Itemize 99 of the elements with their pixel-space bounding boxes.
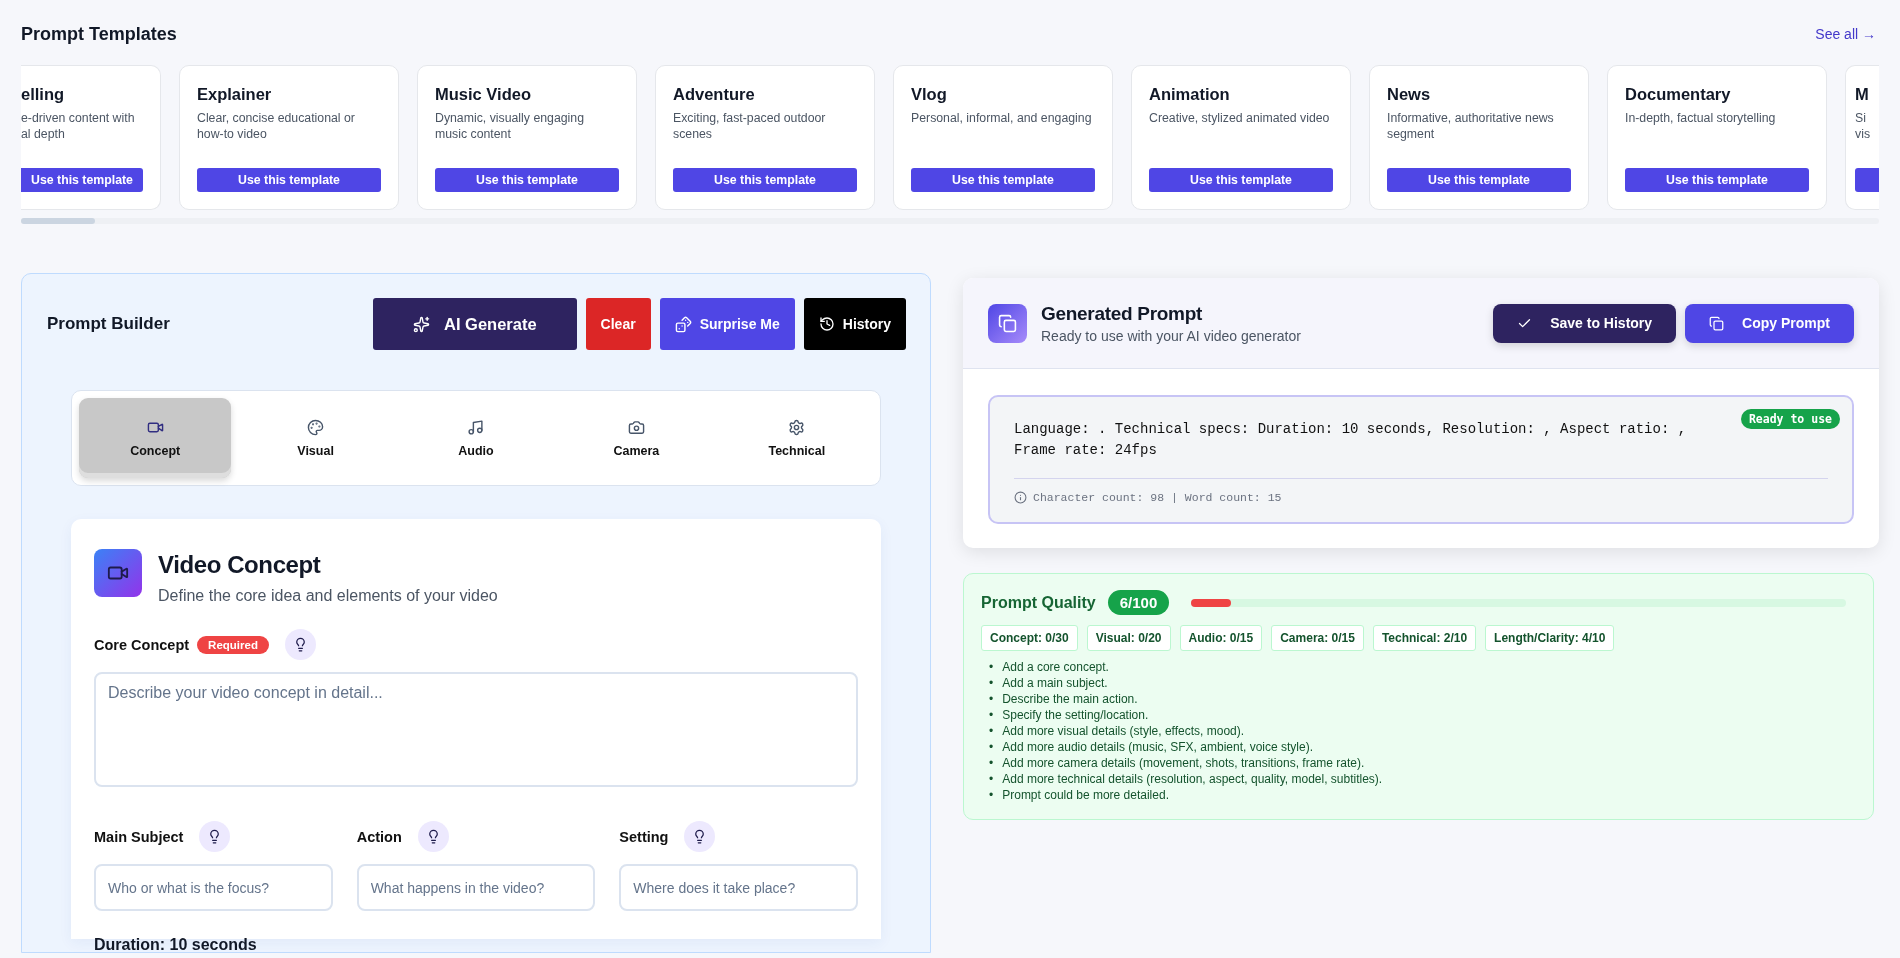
score-chip: Concept: 0/30 — [981, 625, 1078, 651]
input-field[interactable]: Where does it take place? — [619, 864, 858, 911]
section-title: Prompt Templates — [21, 23, 177, 45]
panel-title: Prompt Builder — [46, 314, 170, 334]
suggestion-item: Prompt could be more detailed. — [1002, 787, 1169, 803]
bullet-marker: • — [989, 755, 994, 771]
template-description: Dynamic, visually engaging music content — [435, 110, 585, 142]
field-label: Setting — [619, 828, 669, 845]
score-chip: Camera: 0/15 — [1271, 625, 1364, 651]
template-description: Exciting, fast-paced outdoor scenes — [673, 110, 827, 142]
template-title: Animation — [1149, 85, 1231, 104]
card-subtitle: Ready to use with your AI video generator — [1041, 327, 1301, 344]
suggestion-item: Add a main subject. — [1002, 675, 1108, 691]
template-description: In-depth, factual storytelling — [1625, 110, 1777, 126]
template-title: M — [1855, 85, 1870, 104]
score-chip: Technical: 2/10 — [1372, 625, 1477, 651]
clear-button[interactable]: Clear — [585, 298, 651, 350]
template-title: Documentary — [1625, 85, 1732, 104]
suggestion-item: Specify the setting/location. — [1002, 707, 1149, 723]
use-template-button[interactable]: Use this template — [1625, 168, 1809, 192]
sparkles-icon — [412, 315, 430, 333]
use-template-button[interactable]: Use this template — [1149, 168, 1333, 192]
template-description: Clear, concise educational or how-to video — [197, 110, 356, 142]
use-template-button[interactable]: Use this template — [673, 168, 857, 192]
copy-icon — [988, 303, 1027, 343]
template-title: Adventure — [673, 85, 756, 104]
lightbulb-icon[interactable] — [417, 821, 449, 852]
bullet-marker: • — [989, 691, 994, 707]
camera-icon — [627, 418, 645, 436]
bullet-marker: • — [989, 723, 994, 739]
bullet-marker: • — [989, 707, 994, 723]
score-chip: Length/Clarity: 4/10 — [1485, 625, 1615, 651]
concept-textarea[interactable]: Describe your video concept in detail... — [94, 672, 858, 787]
generate-button[interactable]: AI Generate — [372, 298, 577, 350]
template-description: Personal, informal, and engaging — [911, 110, 1093, 126]
use-template-button[interactable]: Use this template — [911, 168, 1095, 192]
duration-label: Duration: 10 seconds — [94, 935, 258, 952]
bullet-marker: • — [989, 771, 994, 787]
template-title: Explainer — [197, 85, 273, 104]
save-history-button[interactable]: Save to History — [1493, 303, 1677, 343]
suggestion-item: Add more technical details (resolution, aspect, quality, model, subtitles). — [1002, 771, 1383, 787]
tab[interactable]: Visual — [239, 398, 392, 478]
suggestion-item: Add more audio details (music, SFX, ambient, voice style). — [1002, 739, 1313, 755]
field-label: Core Concept — [94, 636, 190, 653]
template-description: Informative, authoritative news segment — [1387, 110, 1555, 142]
copy-icon — [1709, 315, 1725, 331]
see-all-link[interactable]: See all → — [1815, 26, 1876, 42]
scrollbar-thumb[interactable] — [21, 218, 95, 224]
count-text: Character count: 98 | Word count: 15 — [1033, 491, 1282, 504]
palette-icon — [307, 418, 325, 436]
tab[interactable]: Concept — [79, 398, 232, 478]
use-template-button[interactable]: Use this template — [197, 168, 381, 192]
history-button[interactable]: History — [803, 298, 906, 350]
required-badge: Required — [197, 635, 269, 654]
lightbulb-icon[interactable] — [199, 821, 231, 852]
video-camera-icon — [94, 549, 142, 597]
surprise-button[interactable]: Surprise Me — [659, 298, 795, 350]
info-icon — [1014, 491, 1027, 504]
ready-badge: Ready to use — [1740, 409, 1840, 429]
bullet-marker: • — [989, 675, 994, 691]
score-chip: Visual: 0/20 — [1086, 625, 1171, 651]
suggestion-item: Add more camera details (movement, shots, transitions, frame rate). — [1002, 755, 1365, 771]
lightbulb-icon[interactable] — [284, 629, 316, 660]
history-icon — [818, 316, 835, 332]
settings-icon — [788, 418, 806, 436]
section-subtitle: Define the core idea and elements of your video — [158, 587, 498, 605]
tab[interactable]: Camera — [560, 398, 713, 478]
card-title: Generated Prompt — [1041, 302, 1203, 325]
template-title: elling — [21, 85, 66, 104]
suggestion-item: Add more visual details (style, effects, mood). — [1002, 723, 1245, 739]
field-label: Action — [356, 828, 402, 845]
template-description: e-driven content with al depth — [21, 110, 136, 142]
suggestion-item: Describe the main action. — [1002, 691, 1138, 707]
template-description: Si vis — [1855, 110, 1872, 142]
score-badge: 6/100 — [1107, 590, 1170, 615]
use-template-button[interactable]: Use this template — [1387, 168, 1571, 192]
bullet-marker: • — [989, 739, 994, 755]
tab[interactable]: Technical — [720, 398, 873, 478]
template-title: News — [1387, 85, 1432, 104]
quality-title: Prompt Quality — [981, 593, 1096, 612]
prompt-text: Language: . Technical specs: Duration: 10 seconds, Resolution: , Aspect ratio: , Frame rate: 24fps — [1014, 420, 1688, 460]
suggestion-item: Add a core concept. — [1002, 659, 1109, 675]
template-title: Music Video — [435, 85, 532, 104]
copy-prompt-button[interactable]: Copy Prompt — [1685, 303, 1854, 343]
bullet-marker: • — [989, 659, 994, 675]
dice-icon — [674, 315, 692, 333]
template-description: Creative, stylized animated video — [1149, 110, 1331, 126]
use-template-button[interactable]: Use this template — [435, 168, 619, 192]
music-note-icon — [467, 418, 485, 436]
input-field[interactable]: What happens in the video? — [356, 864, 596, 911]
field-label: Main Subject — [94, 828, 184, 845]
bullet-marker: • — [989, 787, 994, 803]
lightbulb-icon[interactable] — [684, 821, 716, 852]
section-heading: Video Concept — [158, 551, 322, 579]
input-field[interactable]: Who or what is the focus? — [94, 864, 333, 911]
template-title: Vlog — [911, 85, 948, 104]
tab[interactable]: Audio — [399, 398, 553, 478]
use-template-button[interactable]: Use this template — [21, 168, 143, 192]
score-chip: Audio: 0/15 — [1179, 625, 1263, 651]
